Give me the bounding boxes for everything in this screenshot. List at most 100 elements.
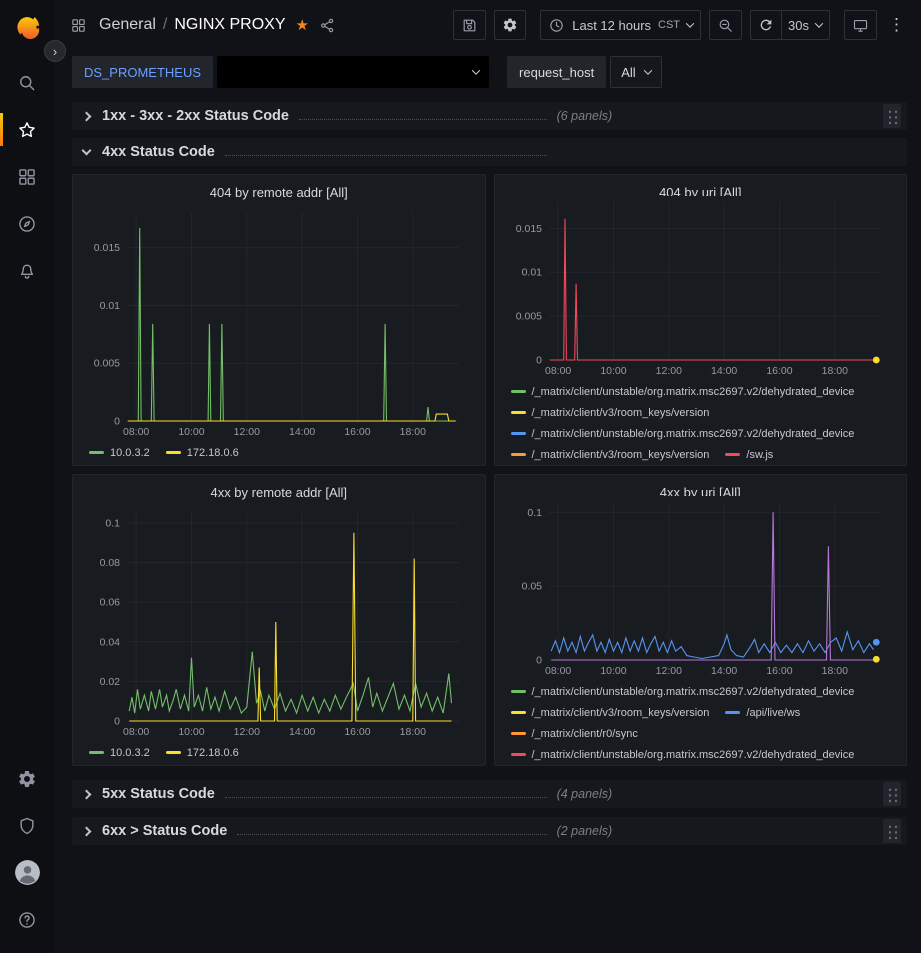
series-label: 10.0.3.2 bbox=[110, 747, 150, 759]
svg-text:08:00: 08:00 bbox=[123, 726, 149, 738]
svg-text:16:00: 16:00 bbox=[766, 365, 792, 377]
breadcrumb-section[interactable]: General bbox=[99, 16, 156, 34]
row-header-5xx[interactable]: 5xx Status Code (4 panels) bbox=[72, 780, 907, 808]
row-header-6xx[interactable]: 6xx > Status Code (2 panels) bbox=[72, 817, 907, 845]
sidebar-item-profile[interactable] bbox=[0, 849, 54, 896]
sidebar-item-starred[interactable] bbox=[0, 106, 54, 153]
share-icon[interactable] bbox=[319, 17, 336, 34]
time-series-chart[interactable]: 00.0050.010.01508:0010:0012:0014:0016:00… bbox=[83, 207, 475, 439]
sidebar-item-search[interactable] bbox=[0, 59, 54, 106]
dashboards-grid-icon bbox=[17, 167, 37, 187]
legend-item[interactable]: 172.18.0.6 bbox=[166, 447, 239, 459]
legend-item[interactable]: 10.0.3.2 bbox=[89, 747, 150, 759]
legend-item[interactable]: 10.0.3.2 bbox=[89, 447, 150, 459]
sidebar-item-help[interactable] bbox=[0, 896, 54, 943]
refresh-interval-label: 30s bbox=[788, 18, 809, 33]
row-dotted-leader bbox=[237, 834, 546, 835]
sidebar-item-configuration[interactable] bbox=[0, 755, 54, 802]
time-series-chart[interactable]: 00.020.040.060.080.108:0010:0012:0014:00… bbox=[83, 507, 475, 739]
svg-text:10:00: 10:00 bbox=[178, 426, 204, 438]
legend-item[interactable]: /_matrix/client/unstable/org.matrix.msc2… bbox=[511, 386, 855, 398]
gear-icon bbox=[502, 17, 518, 33]
legend-row: /_matrix/client/unstable/org.matrix.msc2… bbox=[511, 744, 895, 765]
request-host-variable-label[interactable]: request_host bbox=[507, 56, 606, 88]
row-drag-handle[interactable] bbox=[883, 819, 901, 843]
series-color-dash bbox=[511, 732, 526, 735]
row-drag-handle[interactable] bbox=[883, 104, 901, 128]
sidebar-expand-button[interactable]: › bbox=[44, 40, 66, 62]
svg-text:0.005: 0.005 bbox=[94, 358, 120, 370]
main-area: General / NGINX PROXY ★ Last 12 hours CS… bbox=[54, 0, 921, 953]
legend-item[interactable]: /_matrix/client/v3/room_keys/version bbox=[511, 407, 710, 419]
sidebar-nav-top bbox=[0, 59, 54, 294]
svg-text:08:00: 08:00 bbox=[544, 365, 570, 377]
legend-item[interactable]: /_matrix/client/r0/sync bbox=[511, 728, 638, 740]
sidebar-item-server-admin[interactable] bbox=[0, 802, 54, 849]
legend-item[interactable]: /_matrix/client/unstable/org.matrix.msc2… bbox=[511, 686, 855, 698]
panel-title[interactable]: 4xx by uri [All] bbox=[505, 478, 897, 496]
series-color-dash bbox=[89, 451, 104, 454]
panel-grid: 404 by remote addr [All] 00.0050.010.015… bbox=[72, 174, 907, 766]
save-dashboard-button[interactable] bbox=[453, 10, 486, 40]
datasource-value-dropdown[interactable] bbox=[217, 56, 489, 88]
svg-text:0.04: 0.04 bbox=[100, 636, 121, 648]
legend-item[interactable]: /_matrix/client/v3/room_keys/version bbox=[511, 449, 710, 461]
legend-item[interactable]: /api/live/ws bbox=[725, 707, 800, 719]
dashboard-title[interactable]: NGINX PROXY bbox=[174, 16, 285, 34]
svg-text:0.06: 0.06 bbox=[100, 597, 121, 609]
more-options-button[interactable]: ⋮ bbox=[885, 15, 908, 35]
series-label: /_matrix/client/unstable/org.matrix.msc2… bbox=[532, 749, 855, 761]
sidebar: › bbox=[0, 0, 54, 953]
legend-item[interactable]: /_matrix/client/v3/room_keys/version bbox=[511, 707, 710, 719]
svg-text:0: 0 bbox=[114, 416, 120, 428]
dashboard-settings-button[interactable] bbox=[494, 10, 526, 40]
refresh-button[interactable] bbox=[750, 10, 782, 40]
svg-text:0.015: 0.015 bbox=[515, 223, 541, 235]
series-color-dash bbox=[511, 690, 526, 693]
svg-text:0.005: 0.005 bbox=[515, 311, 541, 323]
row-header-4xx[interactable]: 4xx Status Code bbox=[72, 138, 907, 166]
dashboard-panels-area: 1xx - 3xx - 2xx Status Code (6 panels) 4… bbox=[54, 94, 921, 953]
datasource-variable-label[interactable]: DS_PROMETHEUS bbox=[72, 56, 213, 88]
panel-title[interactable]: 4xx by remote addr [All] bbox=[83, 478, 475, 507]
grafana-flame-icon bbox=[13, 13, 42, 42]
sidebar-item-explore[interactable] bbox=[0, 200, 54, 247]
refresh-interval-dropdown[interactable]: 30s bbox=[781, 10, 830, 40]
panel-title[interactable]: 404 by uri [All] bbox=[505, 178, 897, 196]
series-color-dash bbox=[511, 453, 526, 456]
legend-item[interactable]: /_matrix/client/unstable/org.matrix.msc2… bbox=[511, 428, 855, 440]
compass-icon bbox=[17, 214, 37, 234]
legend-item[interactable]: /_matrix/client/unstable/org.matrix.msc2… bbox=[511, 749, 855, 761]
chevron-down-icon bbox=[815, 19, 823, 27]
row-title: 4xx Status Code bbox=[102, 144, 215, 160]
series-label: 172.18.0.6 bbox=[187, 447, 239, 459]
grafana-logo[interactable] bbox=[9, 9, 45, 45]
breadcrumb[interactable]: General / NGINX PROXY bbox=[99, 16, 286, 34]
row-header-1xx-3xx-2xx[interactable]: 1xx - 3xx - 2xx Status Code (6 panels) bbox=[72, 102, 907, 130]
row-dotted-leader bbox=[299, 119, 547, 120]
svg-text:12:00: 12:00 bbox=[655, 365, 681, 377]
panel-title[interactable]: 404 by remote addr [All] bbox=[83, 178, 475, 207]
svg-text:18:00: 18:00 bbox=[821, 365, 847, 377]
chevron-down-icon bbox=[643, 66, 651, 74]
request-host-value-dropdown[interactable]: All bbox=[610, 56, 661, 88]
sidebar-item-dashboards[interactable] bbox=[0, 153, 54, 200]
refresh-icon bbox=[758, 17, 774, 33]
time-series-chart[interactable]: 00.050.108:0010:0012:0014:0016:0018:00 bbox=[505, 496, 897, 678]
time-range-picker[interactable]: Last 12 hours CST bbox=[540, 10, 701, 40]
sidebar-item-alerting[interactable] bbox=[0, 247, 54, 294]
tv-mode-button[interactable] bbox=[844, 10, 877, 40]
panel-404-by-remote-addr: 404 by remote addr [All] 00.0050.010.015… bbox=[72, 174, 486, 466]
bell-icon bbox=[17, 261, 37, 281]
svg-text:18:00: 18:00 bbox=[400, 426, 426, 438]
row-drag-handle[interactable] bbox=[883, 782, 901, 806]
row-title: 1xx - 3xx - 2xx Status Code bbox=[102, 108, 289, 124]
time-series-chart[interactable]: 00.0050.010.01508:0010:0012:0014:0016:00… bbox=[505, 196, 897, 378]
legend-item[interactable]: 172.18.0.6 bbox=[166, 747, 239, 759]
favorite-star-icon[interactable]: ★ bbox=[296, 16, 309, 34]
svg-text:18:00: 18:00 bbox=[821, 665, 847, 677]
svg-text:14:00: 14:00 bbox=[710, 365, 736, 377]
refresh-controls: 30s bbox=[750, 10, 830, 40]
legend-item[interactable]: /sw.js bbox=[725, 449, 773, 461]
zoom-out-button[interactable] bbox=[709, 10, 742, 40]
